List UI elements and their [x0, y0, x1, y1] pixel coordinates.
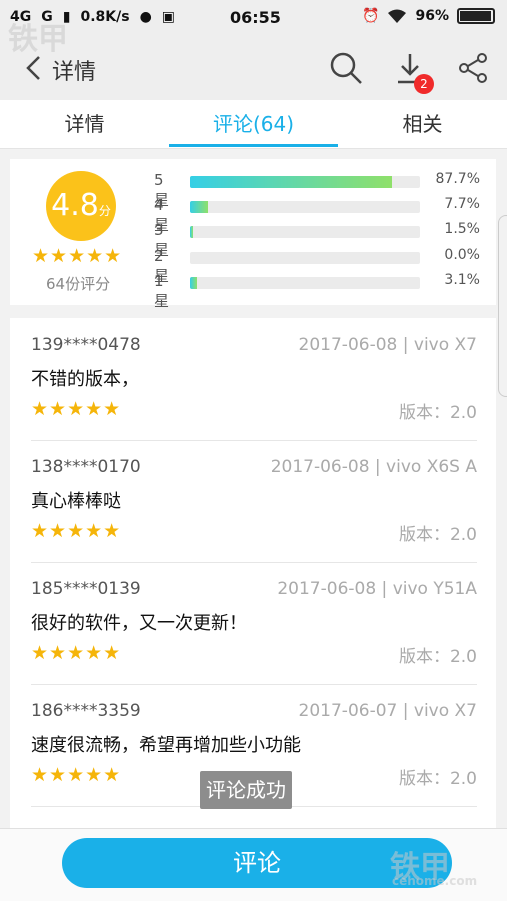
page-title: 详情	[52, 60, 97, 85]
review-user: 185****0139	[31, 579, 141, 599]
battery-icon	[457, 8, 495, 24]
review-text: 真心棒棒哒	[31, 491, 121, 512]
distribution-percent: 1.5%	[444, 221, 480, 237]
review-text: 速度很流畅，希望再增加些小功能	[31, 735, 301, 756]
watermark-site: cehome.com	[392, 874, 478, 888]
review-version: 版本：2.0	[398, 647, 477, 667]
distribution-percent: 7.7%	[444, 196, 480, 212]
review-version: 版本：2.0	[398, 769, 477, 789]
distribution-percent: 3.1%	[444, 272, 480, 288]
chat-icon: ●	[139, 9, 152, 25]
distribution-fill	[190, 176, 392, 188]
rating-summary: 4.8分 ★★★★★ 64份评分 5星 87.7% 4星 7.7% 3星 1.5…	[10, 159, 496, 310]
distribution-fill	[190, 277, 198, 289]
review-meta: 2017-06-08 | vivo X7	[298, 335, 477, 355]
battery-percent: 96%	[415, 8, 449, 24]
distribution-track	[190, 176, 420, 188]
tab-details[interactable]: 详情	[0, 100, 169, 148]
review-version: 版本：2.0	[398, 403, 477, 423]
tab-bar: 详情 评论(64) 相关	[0, 100, 507, 149]
distribution-label: 1星	[154, 272, 170, 310]
review-meta: 2017-06-08 | vivo Y51A	[277, 579, 477, 599]
download-count-badge: 2	[414, 74, 434, 94]
review-text: 很好的软件，又一次更新！	[31, 613, 247, 634]
score-value: 4.8	[51, 188, 99, 223]
battery-level	[460, 11, 491, 21]
score-stars: ★★★★★	[32, 245, 123, 267]
distribution-track	[190, 201, 420, 213]
review-meta: 2017-06-07 | vivo X7	[298, 701, 477, 721]
status-right: ⏰ 96%	[362, 8, 495, 24]
rating-count: 64份评分	[46, 275, 111, 293]
notification-icon: ▣	[161, 9, 176, 25]
review-version: 版本：2.0	[398, 525, 477, 545]
review-meta: 2017-06-08 | vivo X6S A	[270, 457, 477, 477]
status-time: 06:55	[230, 8, 281, 27]
review-list[interactable]: 139****0478 2017-06-08 | vivo X7 不错的版本， …	[10, 318, 496, 828]
net-speed: 0.8K/s	[80, 9, 130, 25]
review-stars: ★★★★★	[31, 520, 122, 542]
review-item: 139****0478 2017-06-08 | vivo X7 不错的版本， …	[31, 318, 477, 441]
distribution-track	[190, 226, 420, 238]
share-icon[interactable]	[455, 50, 491, 86]
review-text: 不错的版本，	[31, 369, 139, 390]
distribution-percent: 0.0%	[444, 247, 480, 263]
status-bar: 4G G ▮ 0.8K/s ● ▣ 06:55 ⏰ 96%	[0, 0, 507, 36]
review-stars: ★★★★★	[31, 398, 122, 420]
review-user: 139****0478	[31, 335, 141, 355]
distribution-fill	[190, 226, 194, 238]
score-unit: 分	[98, 204, 111, 218]
distribution-track	[190, 252, 420, 264]
wifi-icon	[388, 9, 407, 23]
review-user: 138****0170	[31, 457, 141, 477]
scroll-indicator	[498, 215, 507, 397]
review-stars: ★★★★★	[31, 642, 122, 664]
alarm-icon: ⏰	[362, 8, 380, 24]
tab-comments[interactable]: 评论(64)	[169, 100, 338, 148]
active-tab-indicator	[169, 144, 338, 147]
review-stars: ★★★★★	[31, 764, 122, 786]
distribution-percent: 87.7%	[435, 171, 480, 187]
distribution-fill	[190, 201, 208, 213]
score-badge: 4.8分	[46, 171, 116, 241]
tab-related[interactable]: 相关	[338, 100, 507, 148]
toast-message: 评论成功	[200, 771, 292, 809]
app-header: 详情 2	[0, 36, 507, 100]
distribution-track	[190, 277, 420, 289]
review-item: 185****0139 2017-06-08 | vivo Y51A 很好的软件…	[31, 562, 477, 685]
review-user: 186****3359	[31, 701, 141, 721]
search-icon[interactable]	[328, 50, 364, 86]
watermark-logo: 铁甲	[8, 22, 68, 57]
review-item: 138****0170 2017-06-08 | vivo X6S A 真心棒棒…	[31, 440, 477, 563]
